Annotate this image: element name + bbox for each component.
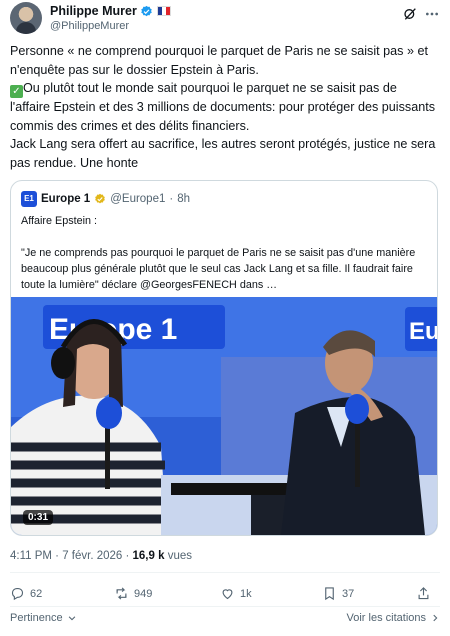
avatar[interactable]: [10, 2, 42, 34]
divider-bottom: [10, 606, 440, 607]
heart-icon: [222, 589, 233, 600]
studio-sign-right-text: Euro: [409, 318, 437, 345]
separator-dot: ·: [169, 193, 174, 205]
video-duration: 0:31: [23, 510, 54, 525]
tweet-timestamp[interactable]: 4:11 PM · 7 févr. 2026 ·: [10, 550, 133, 562]
author-name[interactable]: Philippe Murer: [50, 4, 137, 18]
action-bar: 62 949 1k 37: [10, 586, 440, 606]
quoted-tweet-text: Affaire Epstein : "Je ne comprends pas p…: [21, 215, 416, 291]
author-handle[interactable]: @PhilippeMurer: [50, 20, 129, 32]
bookmark-count: 37: [342, 587, 355, 600]
tweet-paragraph-1: Personne « ne comprend pourquoi le parqu…: [10, 44, 428, 77]
relevance-dropdown[interactable]: Pertinence: [10, 612, 77, 624]
verified-badge-icon: [141, 5, 152, 16]
chevron-down-icon: [68, 616, 75, 621]
grok-icon[interactable]: [402, 6, 418, 22]
author-name-line[interactable]: Philippe Murer: [50, 4, 171, 18]
reply-count: 62: [30, 587, 43, 600]
quoted-author-name[interactable]: Europe 1: [41, 193, 90, 205]
like-button[interactable]: 1k: [220, 586, 252, 601]
share-button[interactable]: [416, 586, 431, 601]
bookmark-icon: [325, 587, 334, 601]
view-quotes-link[interactable]: Voir les citations: [347, 612, 440, 624]
views-label: vues: [164, 550, 192, 562]
like-count: 1k: [240, 587, 252, 600]
tweet-meta: 4:11 PM · 7 févr. 2026 · 16,9 k vues: [10, 550, 192, 562]
repost-button[interactable]: 949: [114, 586, 152, 601]
views-count: 16,9 k: [132, 550, 165, 562]
video-player[interactable]: Europe 1 Euro: [11, 297, 437, 535]
reply-button[interactable]: 62: [10, 586, 42, 601]
tweet-paragraph-3: Jack Lang sera offert au sacrifice, les …: [10, 137, 436, 170]
view-quotes-label: Voir les citations: [346, 612, 426, 624]
europe1-avatar[interactable]: E1: [21, 191, 37, 207]
quoted-author-handle[interactable]: @Europe1: [110, 193, 165, 205]
tweet-paragraph-2: Ou plutôt tout le monde sait pourquoi le…: [10, 81, 436, 133]
more-options-icon[interactable]: [424, 6, 440, 22]
chevron-right-icon: [433, 614, 438, 622]
reply-icon: [11, 587, 24, 601]
repost-count: 949: [134, 587, 153, 600]
tweet-text: Personne « ne comprend pourquoi le parqu…: [10, 42, 440, 172]
quoted-tweet-header: E1 Europe 1 @Europe1 · 8h: [21, 191, 190, 207]
tweet-header: Philippe Murer @PhilippeMurer: [10, 2, 440, 38]
relevance-label: Pertinence: [10, 612, 63, 624]
quoted-tweet[interactable]: E1 Europe 1 @Europe1 · 8h Affaire Epstei…: [10, 180, 438, 536]
quoted-tweet-time[interactable]: 8h: [177, 193, 190, 205]
france-flag-icon: [156, 6, 171, 16]
verified-badge-icon: [95, 193, 106, 204]
share-icon: [418, 587, 429, 600]
divider-top: [10, 572, 440, 573]
repost-icon: [116, 587, 127, 600]
check-mark-emoji-icon: ✓: [10, 85, 23, 98]
bookmark-button[interactable]: 37: [322, 586, 354, 601]
video-frame: Europe 1 Euro: [11, 297, 437, 535]
